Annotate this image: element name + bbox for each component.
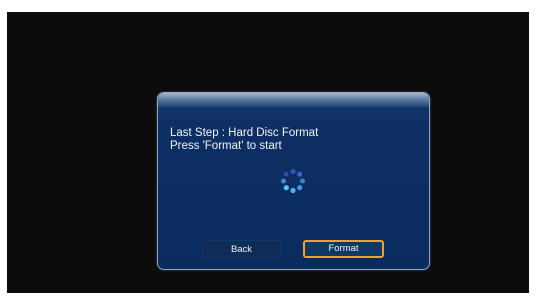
loading-spinner-icon [281, 168, 305, 194]
dialog-step-title: Last Step : Hard Disc Format [170, 127, 319, 139]
format-dialog: Last Step : Hard Disc Format Press 'Form… [157, 92, 430, 270]
format-button[interactable]: Format [303, 240, 384, 258]
tv-screen: Last Step : Hard Disc Format Press 'Form… [7, 12, 529, 293]
dialog-header-bar [158, 93, 429, 107]
dialog-instruction: Press 'Format' to start [170, 140, 282, 152]
back-button[interactable]: Back [202, 240, 281, 258]
